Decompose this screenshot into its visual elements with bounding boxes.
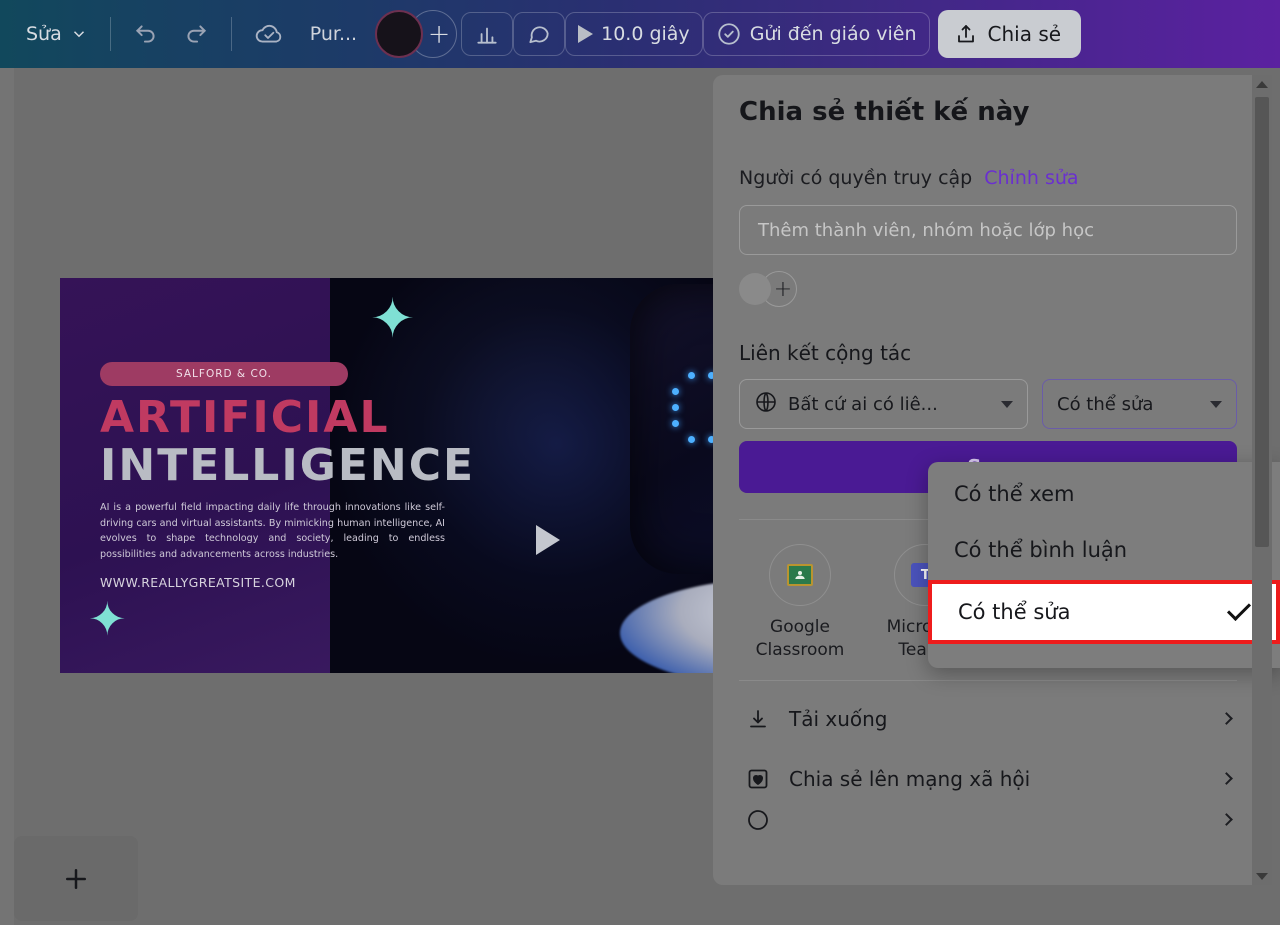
caret-down-icon bbox=[1256, 872, 1268, 880]
dropdown-option-label: Có thể sửa bbox=[958, 600, 1071, 624]
scrollbar-down-button[interactable] bbox=[1252, 867, 1272, 885]
sparkle-icon-bottom: ✦ bbox=[88, 592, 127, 646]
scrollbar-up-button[interactable] bbox=[1252, 75, 1272, 93]
chevron-down-icon bbox=[1210, 400, 1222, 408]
member-avatars-row: + bbox=[739, 271, 1237, 307]
design-heading-line2: INTELLIGENCE bbox=[100, 440, 476, 491]
video-play-button[interactable] bbox=[536, 525, 560, 555]
collaborator-avatars: + bbox=[375, 10, 458, 58]
social-share-label: Chia sẻ lên mạng xã hội bbox=[789, 766, 1031, 791]
bar-chart-icon bbox=[474, 21, 500, 47]
undo-icon bbox=[133, 21, 159, 47]
member-search-placeholder: Thêm thành viên, nhóm hoặc lớp học bbox=[758, 219, 1094, 241]
app-shortcut-google-classroom[interactable]: Google Classroom bbox=[745, 544, 855, 662]
share-upload-icon bbox=[954, 22, 978, 46]
google-classroom-icon bbox=[769, 544, 831, 606]
design-body-text: AI is a powerful field impacting daily l… bbox=[100, 502, 445, 560]
dropdown-option-can-comment[interactable]: Có thể bình luận bbox=[928, 522, 1280, 578]
plus-icon bbox=[61, 864, 91, 894]
link-settings-row: Bất cứ ai có liê... Có thể sửa bbox=[739, 379, 1237, 429]
circle-icon bbox=[745, 809, 771, 831]
edit-menu-button[interactable]: Sửa bbox=[14, 12, 100, 56]
presentation-timer-button[interactable]: 10.0 giây bbox=[565, 12, 703, 56]
timer-label: 10.0 giây bbox=[601, 23, 690, 45]
canvas-left-strip bbox=[0, 68, 14, 925]
app-label: Google Classroom bbox=[755, 617, 845, 660]
toolbar-divider bbox=[109, 17, 111, 51]
globe-icon bbox=[754, 390, 778, 419]
access-label: Người có quyền truy cập bbox=[739, 167, 973, 189]
design-url: WWW.REALLYGREATSITE.COM bbox=[100, 575, 296, 590]
download-label: Tải xuống bbox=[789, 706, 888, 731]
share-button[interactable]: Chia sẻ bbox=[937, 10, 1082, 58]
submit-to-teacher-button[interactable]: Gửi đến giáo viên bbox=[702, 12, 930, 56]
download-icon bbox=[745, 707, 771, 731]
partial-row-cutoff[interactable] bbox=[739, 809, 1237, 831]
avatar[interactable] bbox=[739, 273, 771, 305]
social-share-row[interactable]: Chia sẻ lên mạng xã hội bbox=[739, 749, 1237, 809]
collab-link-label: Liên kết cộng tác bbox=[739, 341, 912, 365]
undo-button[interactable] bbox=[121, 12, 171, 56]
link-permission-select[interactable]: Có thể sửa bbox=[1042, 379, 1237, 429]
robot-body bbox=[620, 578, 720, 673]
cloud-check-icon bbox=[254, 19, 284, 49]
download-row[interactable]: Tải xuống bbox=[739, 689, 1237, 749]
brand-pill: SALFORD & CO. bbox=[100, 362, 348, 386]
dropdown-option-can-edit[interactable]: Có thể sửa bbox=[928, 580, 1280, 644]
top-toolbar: Sửa Pur... + 10.0 giây Gửi đến giáo viên… bbox=[0, 0, 1280, 68]
add-page-button[interactable] bbox=[14, 836, 138, 921]
permission-dropdown-menu: Có thể xem Có thể bình luận Có thể sửa bbox=[928, 462, 1280, 668]
check-icon bbox=[1226, 596, 1252, 622]
dropdown-option-label: Có thể xem bbox=[954, 482, 1075, 506]
submit-label: Gửi đến giáo viên bbox=[749, 23, 917, 45]
dropdown-option-label: Có thể bình luận bbox=[954, 538, 1128, 562]
panel-title: Chia sẻ thiết kế này bbox=[739, 97, 1030, 127]
robot-face-image bbox=[630, 284, 720, 574]
analytics-button[interactable] bbox=[461, 12, 514, 56]
play-icon bbox=[578, 25, 594, 43]
document-title[interactable]: Pur... bbox=[296, 23, 371, 45]
design-slide[interactable]: ✦ ✦ SALFORD & CO. ARTIFICIAL INTELLIGENC… bbox=[60, 278, 720, 673]
comment-bubble-icon bbox=[526, 21, 552, 47]
toolbar-divider-2 bbox=[230, 17, 232, 51]
edit-menu-label: Sửa bbox=[26, 23, 62, 45]
access-row: Người có quyền truy cập Chỉnh sửa bbox=[739, 167, 1237, 189]
design-heading-line1: ARTIFICIAL bbox=[100, 392, 390, 443]
redo-icon bbox=[183, 21, 209, 47]
dropdown-overflow-edge bbox=[928, 646, 1280, 664]
link-scope-value: Bất cứ ai có liê... bbox=[788, 393, 938, 415]
panel-divider-2 bbox=[739, 679, 1237, 681]
link-permission-value: Có thể sửa bbox=[1057, 393, 1154, 415]
chevron-right-icon bbox=[1220, 772, 1233, 786]
caret-up-icon bbox=[1256, 80, 1268, 88]
dropdown-option-can-view[interactable]: Có thể xem bbox=[928, 466, 1280, 522]
avatar[interactable] bbox=[375, 10, 424, 58]
app-root: Sửa Pur... + 10.0 giây Gửi đến giáo viên… bbox=[0, 0, 1280, 925]
panel-scrollbar[interactable] bbox=[1252, 75, 1272, 885]
check-circle-icon bbox=[716, 21, 742, 47]
share-button-label: Chia sẻ bbox=[987, 22, 1062, 46]
chevron-down-icon bbox=[70, 25, 88, 43]
chevron-down-icon bbox=[1001, 400, 1013, 408]
chevron-right-icon bbox=[1220, 712, 1233, 726]
heart-box-icon bbox=[745, 767, 771, 791]
chevron-right-icon bbox=[1220, 813, 1233, 827]
access-edit-link[interactable]: Chỉnh sửa bbox=[984, 167, 1078, 189]
member-search-input[interactable]: Thêm thành viên, nhóm hoặc lớp học bbox=[739, 205, 1237, 255]
redo-button[interactable] bbox=[171, 12, 221, 56]
scrollbar-thumb[interactable] bbox=[1255, 97, 1269, 547]
sparkle-icon-top: ✦ bbox=[370, 287, 416, 350]
cloud-save-status-button[interactable] bbox=[242, 12, 296, 56]
link-scope-select[interactable]: Bất cứ ai có liê... bbox=[739, 379, 1028, 429]
comments-button[interactable] bbox=[513, 12, 566, 56]
